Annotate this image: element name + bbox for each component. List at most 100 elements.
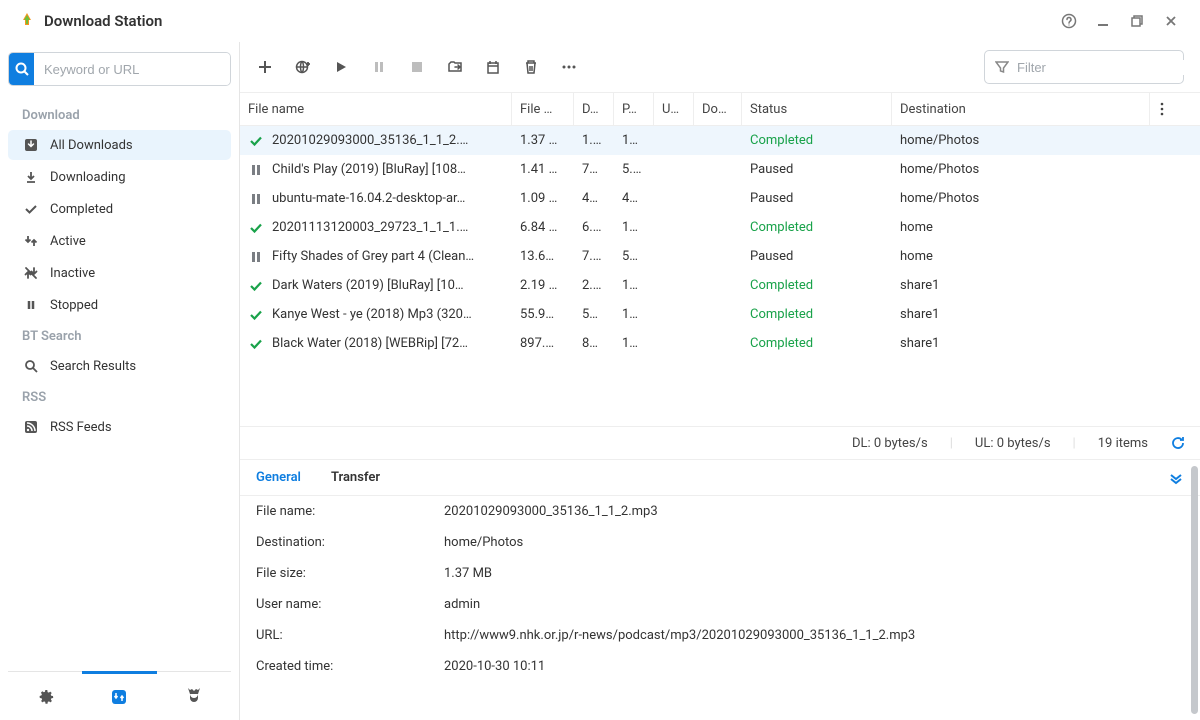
scrollbar[interactable] (1191, 466, 1198, 714)
download-station-icon (18, 12, 36, 30)
cell-pct: 1… (614, 220, 654, 235)
completed-icon (22, 202, 40, 216)
search-box[interactable] (8, 52, 231, 86)
tab-general[interactable]: General (256, 470, 301, 485)
downloads-tab-button[interactable] (82, 671, 156, 719)
search-input[interactable] (34, 53, 230, 85)
th-progress[interactable]: P… (614, 93, 654, 125)
sidebar-item-stopped[interactable]: Stopped (8, 290, 231, 320)
cell-pct: 1… (614, 336, 654, 351)
field-username-label: User name: (256, 597, 444, 612)
pause-button[interactable] (370, 58, 388, 76)
table-row[interactable]: Dark Waters (2019) [BluRay] [10…2.19 …2.… (240, 271, 1200, 300)
edit-button[interactable] (484, 58, 502, 76)
table-row[interactable]: 20201113120003_29723_1_1_1.…6.84 …6.…1…C… (240, 213, 1200, 242)
minimize-button[interactable] (1092, 10, 1114, 32)
table-row[interactable]: Fifty Shades of Grey part 4 (Clean…13.6…… (240, 242, 1200, 271)
check-icon (248, 336, 264, 352)
search-results-icon (22, 359, 40, 373)
filter-input[interactable] (1017, 60, 1193, 75)
sidebar-item-completed[interactable]: Completed (8, 194, 231, 224)
th-downloadrate[interactable]: Do… (694, 93, 742, 125)
cell-filename: Fifty Shades of Grey part 4 (Clean… (272, 249, 474, 264)
cell-status: Paused (742, 162, 892, 177)
move-button[interactable] (446, 58, 464, 76)
cell-dest: share1 (892, 307, 1150, 322)
table-row[interactable]: 20201029093000_35136_1_1_2.…1.37 …1.…1…C… (240, 126, 1200, 155)
help-button[interactable] (1058, 10, 1080, 32)
cell-size: 897.… (512, 336, 574, 351)
maximize-button[interactable] (1126, 10, 1148, 32)
rss-icon (22, 420, 40, 434)
sidebar-item-downloading[interactable]: Downloading (8, 162, 231, 192)
cell-dl: 4… (574, 191, 614, 206)
delete-button[interactable] (522, 58, 540, 76)
cell-size: 6.84 … (512, 220, 574, 235)
downloads-table: File name File … D… P… U… Do… Status Des… (240, 92, 1200, 426)
status-dl: DL: 0 bytes/s (852, 436, 928, 451)
th-destination[interactable]: Destination (892, 93, 1150, 125)
add-url-button[interactable] (294, 58, 312, 76)
cell-filename: Kanye West - ye (2018) Mp3 (320… (272, 307, 472, 322)
field-created-value: 2020-10-30 10:11 (444, 659, 1184, 674)
collapse-button[interactable] (1168, 470, 1184, 486)
cell-size: 1.37 … (512, 133, 574, 148)
sidebar-item-all-downloads[interactable]: All Downloads (8, 130, 231, 160)
table-header: File name File … D… P… U… Do… Status Des… (240, 92, 1200, 126)
cell-dl: 2.… (574, 278, 614, 293)
sidebar-item-label: Stopped (50, 298, 98, 313)
add-button[interactable] (256, 58, 274, 76)
th-downloaded[interactable]: D… (574, 93, 614, 125)
resume-button[interactable] (332, 58, 350, 76)
cell-status: Completed (742, 220, 892, 235)
cell-dl: 7… (574, 162, 614, 177)
sidebar-item-active[interactable]: Active (8, 226, 231, 256)
stop-button[interactable] (408, 58, 426, 76)
th-filesize[interactable]: File … (512, 93, 574, 125)
cell-pct: 5… (614, 249, 654, 264)
status-count: 19 items (1098, 436, 1148, 451)
table-row[interactable]: Child's Play (2019) [BluRay] [108…1.41 …… (240, 155, 1200, 184)
cell-pct: 1… (614, 307, 654, 322)
sidebar-item-rss-feeds[interactable]: RSS Feeds (8, 412, 231, 442)
refresh-button[interactable] (1170, 435, 1186, 451)
main-panel: File name File … D… P… U… Do… Status Des… (240, 42, 1200, 720)
pause-icon (248, 162, 264, 178)
th-uploaded[interactable]: U… (654, 93, 694, 125)
th-menu[interactable] (1150, 93, 1174, 125)
filter-box[interactable] (984, 50, 1184, 84)
table-row[interactable]: ubuntu-mate-16.04.2-desktop-ar…1.09 …4…4… (240, 184, 1200, 213)
sidebar-item-inactive[interactable]: Inactive (8, 258, 231, 288)
section-rss: RSS (8, 382, 231, 411)
sidebar-item-search-results[interactable]: Search Results (8, 351, 231, 381)
tab-transfer[interactable]: Transfer (331, 470, 380, 485)
th-status[interactable]: Status (742, 93, 892, 125)
search-icon[interactable] (9, 53, 34, 85)
active-icon (22, 234, 40, 248)
cell-dest: home (892, 220, 1150, 235)
sidebar-item-label: All Downloads (50, 138, 133, 153)
check-icon (248, 307, 264, 323)
cell-dest: home/Photos (892, 162, 1150, 177)
settings-button[interactable] (8, 672, 82, 720)
th-filename[interactable]: File name (240, 93, 512, 125)
field-username-value: admin (444, 597, 1184, 612)
detail-tabs: General Transfer (240, 460, 1200, 496)
section-bt-search: BT Search (8, 321, 231, 350)
cell-dest: share1 (892, 278, 1150, 293)
sidebar-item-label: Downloading (50, 170, 126, 185)
sidebar-item-label: Inactive (50, 266, 95, 281)
cell-pct: 1… (614, 133, 654, 148)
more-button[interactable] (560, 58, 578, 76)
titlebar: Download Station (0, 0, 1200, 42)
cell-status: Completed (742, 278, 892, 293)
cell-filename: 20201113120003_29723_1_1_1.… (272, 220, 468, 235)
pause-icon (248, 249, 264, 265)
close-button[interactable] (1160, 10, 1182, 32)
emule-button[interactable] (157, 672, 231, 720)
cell-dl: 5… (574, 307, 614, 322)
table-row[interactable]: Black Water (2018) [WEBRip] [72…897.…8…1… (240, 329, 1200, 358)
field-filename-label: File name: (256, 504, 444, 519)
table-row[interactable]: Kanye West - ye (2018) Mp3 (320…55.9…5…1… (240, 300, 1200, 329)
sidebar-item-label: Completed (50, 202, 113, 217)
